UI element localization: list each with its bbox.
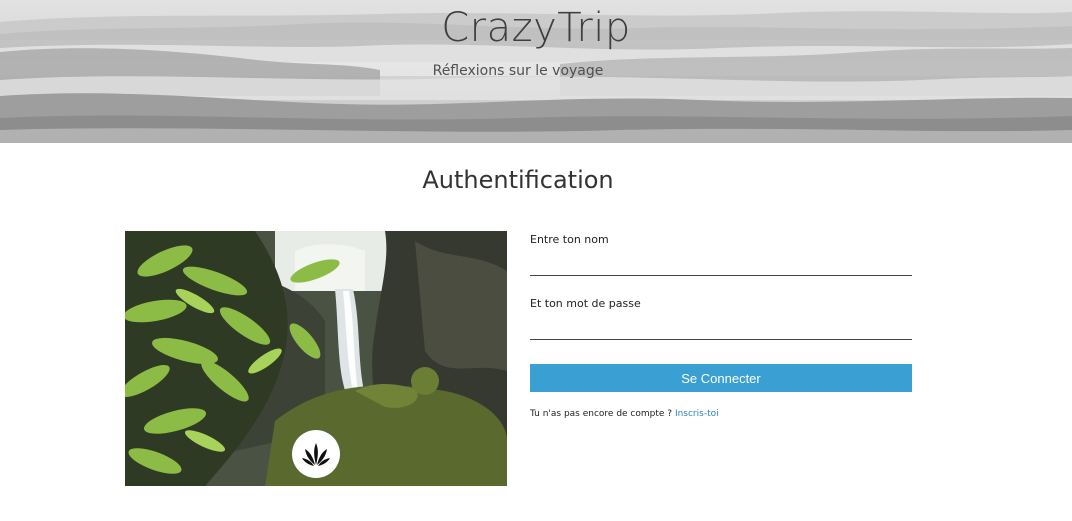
username-input[interactable]: [530, 249, 912, 276]
site-logo-badge: [292, 430, 340, 478]
site-title[interactable]: CrazyTrip: [0, 4, 1072, 52]
password-group: Et ton mot de passe: [530, 295, 912, 340]
site-tagline: Réflexions sur le voyage: [432, 63, 604, 79]
signup-link[interactable]: Inscris-toi: [675, 409, 719, 419]
signup-prompt-text: Tu n'as pas encore de compte ?: [530, 409, 673, 419]
header-banner: CrazyTrip Réflexions sur le voyage: [0, 0, 1072, 143]
login-button[interactable]: Se Connecter: [530, 364, 912, 392]
password-label: Et ton mot de passe: [530, 297, 641, 310]
username-group: Entre ton nom: [530, 231, 912, 276]
password-input[interactable]: [530, 313, 912, 340]
page-title: Authentification: [422, 166, 614, 194]
leaf-logo-icon: [302, 443, 330, 466]
signup-prompt-line: Tu n'as pas encore de compte ? Inscris-t…: [530, 407, 719, 421]
username-label: Entre ton nom: [530, 233, 609, 246]
waterfall-photo: [125, 231, 507, 486]
